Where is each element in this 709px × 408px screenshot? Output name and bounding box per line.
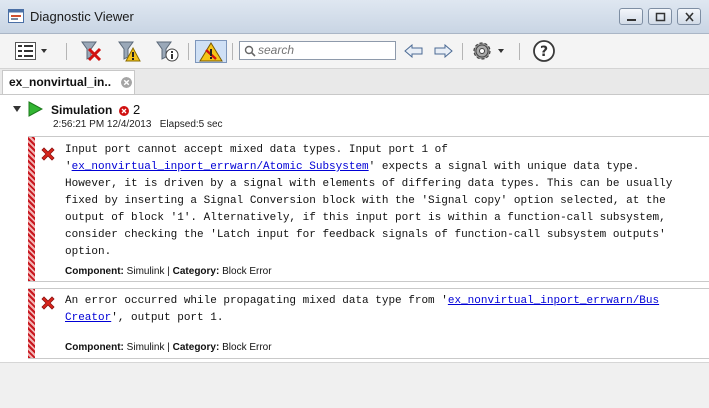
category-label: Category: <box>172 266 220 277</box>
empty-panel-area <box>0 362 709 408</box>
component-value: Simulink <box>126 266 165 277</box>
tab-bar: ex_nonvirtual_in.. <box>0 69 709 95</box>
help-button[interactable]: ? <box>531 39 557 63</box>
close-icon[interactable] <box>121 77 132 88</box>
clear-errors-button[interactable] <box>78 39 104 63</box>
error-stripe <box>28 137 35 281</box>
category-value: Block Error <box>222 266 272 277</box>
toolbar: ? <box>0 34 709 69</box>
maximize-button[interactable] <box>648 8 672 25</box>
message-text: An error occurred while propagating mixe… <box>65 293 709 327</box>
simulation-label: Simulation <box>51 103 113 117</box>
gear-icon <box>473 42 504 60</box>
search-input[interactable] <box>258 43 392 57</box>
message-fragment: ' <box>65 161 72 173</box>
message-meta: Component: Simulink | Category: Block Er… <box>65 342 272 353</box>
run-icon <box>28 101 43 117</box>
help-icon: ? <box>533 40 555 62</box>
window-title: Diagnostic Viewer <box>30 9 134 24</box>
meta-separator: | <box>167 266 170 277</box>
search-box[interactable] <box>239 41 396 60</box>
warning-filter-toggle[interactable] <box>195 40 227 63</box>
block-link[interactable]: ex_nonvirtual_inport_errwarn/Atomic Subs… <box>72 161 369 173</box>
clear-info-button[interactable] <box>154 39 180 63</box>
clear-warnings-button[interactable] <box>116 39 142 63</box>
error-icon <box>41 147 55 161</box>
clear-warnings-icon <box>118 41 141 62</box>
component-value: Simulink <box>126 342 165 353</box>
minimize-button[interactable] <box>619 8 643 25</box>
meta-separator: | <box>167 342 170 353</box>
menu-dropdown-button[interactable] <box>14 39 52 63</box>
settings-button[interactable] <box>470 39 510 63</box>
component-label: Component: <box>65 266 124 277</box>
chevron-down-icon[interactable] <box>13 106 21 112</box>
diagnostic-message[interactable]: Input port cannot accept mixed data type… <box>28 136 709 282</box>
forward-button[interactable] <box>432 39 454 63</box>
diagnostic-message[interactable]: An error occurred while propagating mixe… <box>28 288 709 359</box>
error-count: 2 <box>133 102 141 117</box>
block-link[interactable]: ex_nonvirtual_inport_errwarn/Bus <box>448 295 659 307</box>
error-stripe <box>28 289 35 358</box>
clear-errors-icon <box>81 41 102 62</box>
tab-ex-nonvirtual[interactable]: ex_nonvirtual_in.. <box>2 70 135 94</box>
close-window-button[interactable] <box>677 8 701 25</box>
search-icon <box>244 45 256 57</box>
message-text: Input port cannot accept mixed data type… <box>65 142 709 261</box>
message-body: However, it is driven by a signal with e… <box>65 178 673 258</box>
message-line: Input port cannot accept mixed data type… <box>65 144 448 156</box>
svg-text:?: ? <box>540 44 548 60</box>
arrow-left-icon <box>404 44 423 58</box>
component-label: Component: <box>65 342 124 353</box>
arrow-right-icon <box>434 44 453 58</box>
list-menu-icon <box>15 42 47 60</box>
category-label: Category: <box>172 342 220 353</box>
message-fragment: ', output port 1. <box>111 312 224 324</box>
tab-label: ex_nonvirtual_in.. <box>9 75 112 89</box>
message-fragment: An error occurred while propagating mixe… <box>65 295 448 307</box>
title-bar: Diagnostic Viewer <box>0 0 709 34</box>
diagnostic-viewer-icon <box>8 9 24 23</box>
message-meta: Component: Simulink | Category: Block Er… <box>65 266 272 277</box>
message-fragment: ' expects a signal with unique data type… <box>368 161 640 173</box>
diagnostics-panel: Simulation 2 2:56:21 PM 12/4/2013 Elapse… <box>0 95 709 408</box>
error-count-icon <box>119 106 129 116</box>
category-value: Block Error <box>222 342 272 353</box>
error-icon <box>41 296 55 310</box>
block-link[interactable]: Creator <box>65 312 111 324</box>
warning-filter-icon <box>199 41 223 61</box>
simulation-timestamp: 2:56:21 PM 12/4/2013 Elapsed:5 sec <box>53 119 223 130</box>
back-button[interactable] <box>403 39 425 63</box>
clear-info-icon <box>156 41 179 62</box>
simulation-node[interactable]: Simulation 2 <box>0 99 709 119</box>
